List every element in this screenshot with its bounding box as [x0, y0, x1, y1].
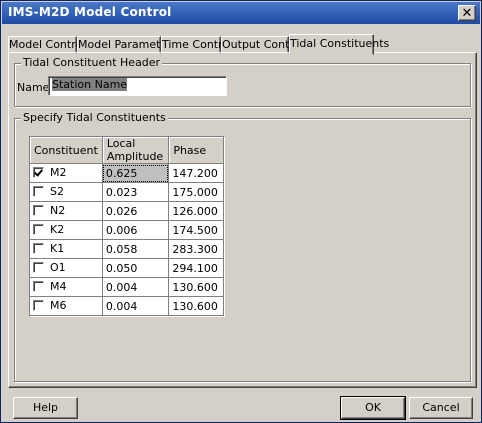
title-bar[interactable]: IMS-M2D Model Control ✕ [2, 2, 480, 24]
col-header-amplitude: Local Amplitude [102, 137, 170, 164]
constituent-name: M6 [50, 298, 67, 312]
constituent-wrap: M6 [33, 299, 67, 312]
amplitude-cell[interactable]: 0.006 [102, 220, 170, 240]
constituent-cell: M6 [30, 296, 103, 316]
checkbox[interactable] [33, 299, 44, 311]
table-header-row: Constituent Local Amplitude Phase [30, 137, 224, 164]
phase-cell[interactable]: 130.600 [168, 277, 224, 297]
constituent-cell: M2 [30, 163, 103, 183]
table-row: O1 0.050 294.100 [30, 258, 224, 278]
phase-cell[interactable]: 174.500 [168, 220, 224, 240]
amplitude-cell[interactable]: 0.050 [102, 258, 170, 278]
table-row: K2 0.006 174.500 [30, 220, 224, 240]
constituent-cell: K2 [30, 220, 103, 240]
checkbox[interactable] [33, 242, 44, 254]
checkbox[interactable] [33, 261, 44, 273]
amplitude-cell[interactable]: 0.026 [102, 201, 170, 221]
constituent-cell: K1 [30, 239, 103, 259]
constituent-name: S2 [50, 184, 64, 198]
constituent-wrap: N2 [33, 204, 65, 217]
close-button[interactable]: ✕ [458, 5, 476, 21]
constituent-cell: O1 [30, 258, 103, 278]
table-row: M2 0.625 147.200 [30, 163, 224, 183]
constituent-name: N2 [50, 203, 66, 217]
constituents-grid: Constituent Local Amplitude Phase M2 0.62… [29, 136, 225, 317]
amplitude-cell[interactable]: 0.058 [102, 239, 170, 259]
constituent-wrap: S2 [33, 185, 64, 198]
phase-cell[interactable]: 283.300 [168, 239, 224, 259]
phase-cell[interactable]: 126.000 [168, 201, 224, 221]
constituents-table: Constituent Local Amplitude Phase M2 0.62… [30, 137, 224, 316]
constituent-cell: S2 [30, 182, 103, 202]
constituent-wrap: K2 [33, 223, 64, 236]
help-button[interactable]: Help [13, 397, 78, 419]
amplitude-cell[interactable]: 0.625 [102, 163, 170, 183]
name-value: Station Name [52, 78, 128, 91]
constituent-name: K1 [50, 241, 65, 255]
amplitude-cell[interactable]: 0.004 [102, 277, 170, 297]
table-row: S2 0.023 175.000 [30, 182, 224, 202]
table-row: M4 0.004 130.600 [30, 277, 224, 297]
table-row: N2 0.026 126.000 [30, 201, 224, 221]
constituent-name: M2 [50, 165, 67, 179]
tab-label: Tidal Constituents [290, 37, 390, 50]
checkbox[interactable] [33, 185, 44, 197]
window-title: IMS-M2D Model Control [8, 5, 172, 19]
dialog-window: IMS-M2D Model Control ✕ Model Control Mo… [0, 0, 482, 423]
close-icon: ✕ [461, 5, 473, 21]
col-header-phase: Phase [168, 137, 224, 164]
header-group-label: Tidal Constituent Header [21, 56, 163, 70]
tab-tidal-constituents[interactable]: Tidal Constituents [289, 34, 389, 55]
phase-cell[interactable]: 130.600 [168, 296, 224, 316]
check-icon[interactable] [33, 166, 44, 178]
constituent-name: M4 [50, 279, 67, 293]
col-header-constituent: Constituent [30, 137, 103, 164]
constituent-name: K2 [50, 222, 65, 236]
constituent-cell: M4 [30, 277, 103, 297]
constituent-wrap: M2 [33, 166, 67, 179]
constituent-wrap: K1 [33, 242, 64, 255]
checkbox[interactable] [33, 280, 44, 292]
constituent-name: O1 [50, 260, 66, 274]
tab-label: Model Control [9, 38, 86, 51]
phase-cell[interactable]: 294.100 [168, 258, 224, 278]
name-input[interactable]: Station Name [48, 76, 227, 96]
phase-cell[interactable]: 175.000 [168, 182, 224, 202]
checkbox[interactable] [33, 223, 44, 235]
constituent-cell: N2 [30, 201, 103, 221]
ok-button[interactable]: OK [340, 396, 406, 420]
constituents-group-label: Specify Tidal Constituents [21, 111, 168, 125]
constituent-wrap: M4 [33, 280, 67, 293]
table-row: M6 0.004 130.600 [30, 296, 224, 316]
amplitude-cell[interactable]: 0.004 [102, 296, 170, 316]
table-row: K1 0.058 283.300 [30, 239, 224, 259]
cancel-button[interactable]: Cancel [409, 397, 473, 419]
amplitude-cell[interactable]: 0.023 [102, 182, 170, 202]
constituent-wrap: O1 [33, 261, 66, 274]
phase-cell[interactable]: 147.200 [168, 163, 224, 183]
table-body: M2 0.625 147.200 S2 0.023 175.000 N2 0.026 126.0… [30, 163, 224, 316]
checkbox[interactable] [33, 204, 44, 216]
